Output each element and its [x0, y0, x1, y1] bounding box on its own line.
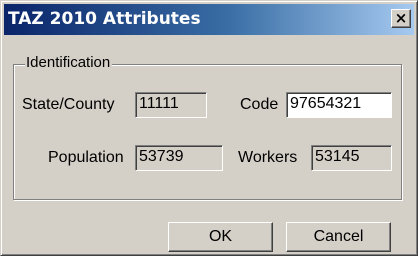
ok-button[interactable]: OK	[168, 222, 273, 252]
workers-field: 53145	[311, 145, 392, 171]
close-icon: ×	[394, 9, 408, 27]
window-title: TAZ 2010 Attributes	[8, 9, 201, 29]
identification-groupbox	[13, 64, 402, 200]
attributes-dialog: TAZ 2010 Attributes × Identification Sta…	[0, 0, 418, 256]
state-county-label: State/County	[22, 96, 115, 113]
identification-group-label: Identification	[25, 53, 113, 73]
cancel-button[interactable]: Cancel	[286, 222, 391, 252]
code-label: Code	[240, 96, 279, 113]
population-field: 53739	[135, 145, 223, 171]
population-label: Population	[48, 149, 124, 166]
title-bar[interactable]: TAZ 2010 Attributes ×	[4, 4, 414, 35]
close-button[interactable]: ×	[391, 9, 411, 28]
state-county-field: 11111	[135, 92, 207, 118]
code-input[interactable]: 97654321	[286, 92, 392, 118]
workers-label: Workers	[238, 149, 298, 166]
